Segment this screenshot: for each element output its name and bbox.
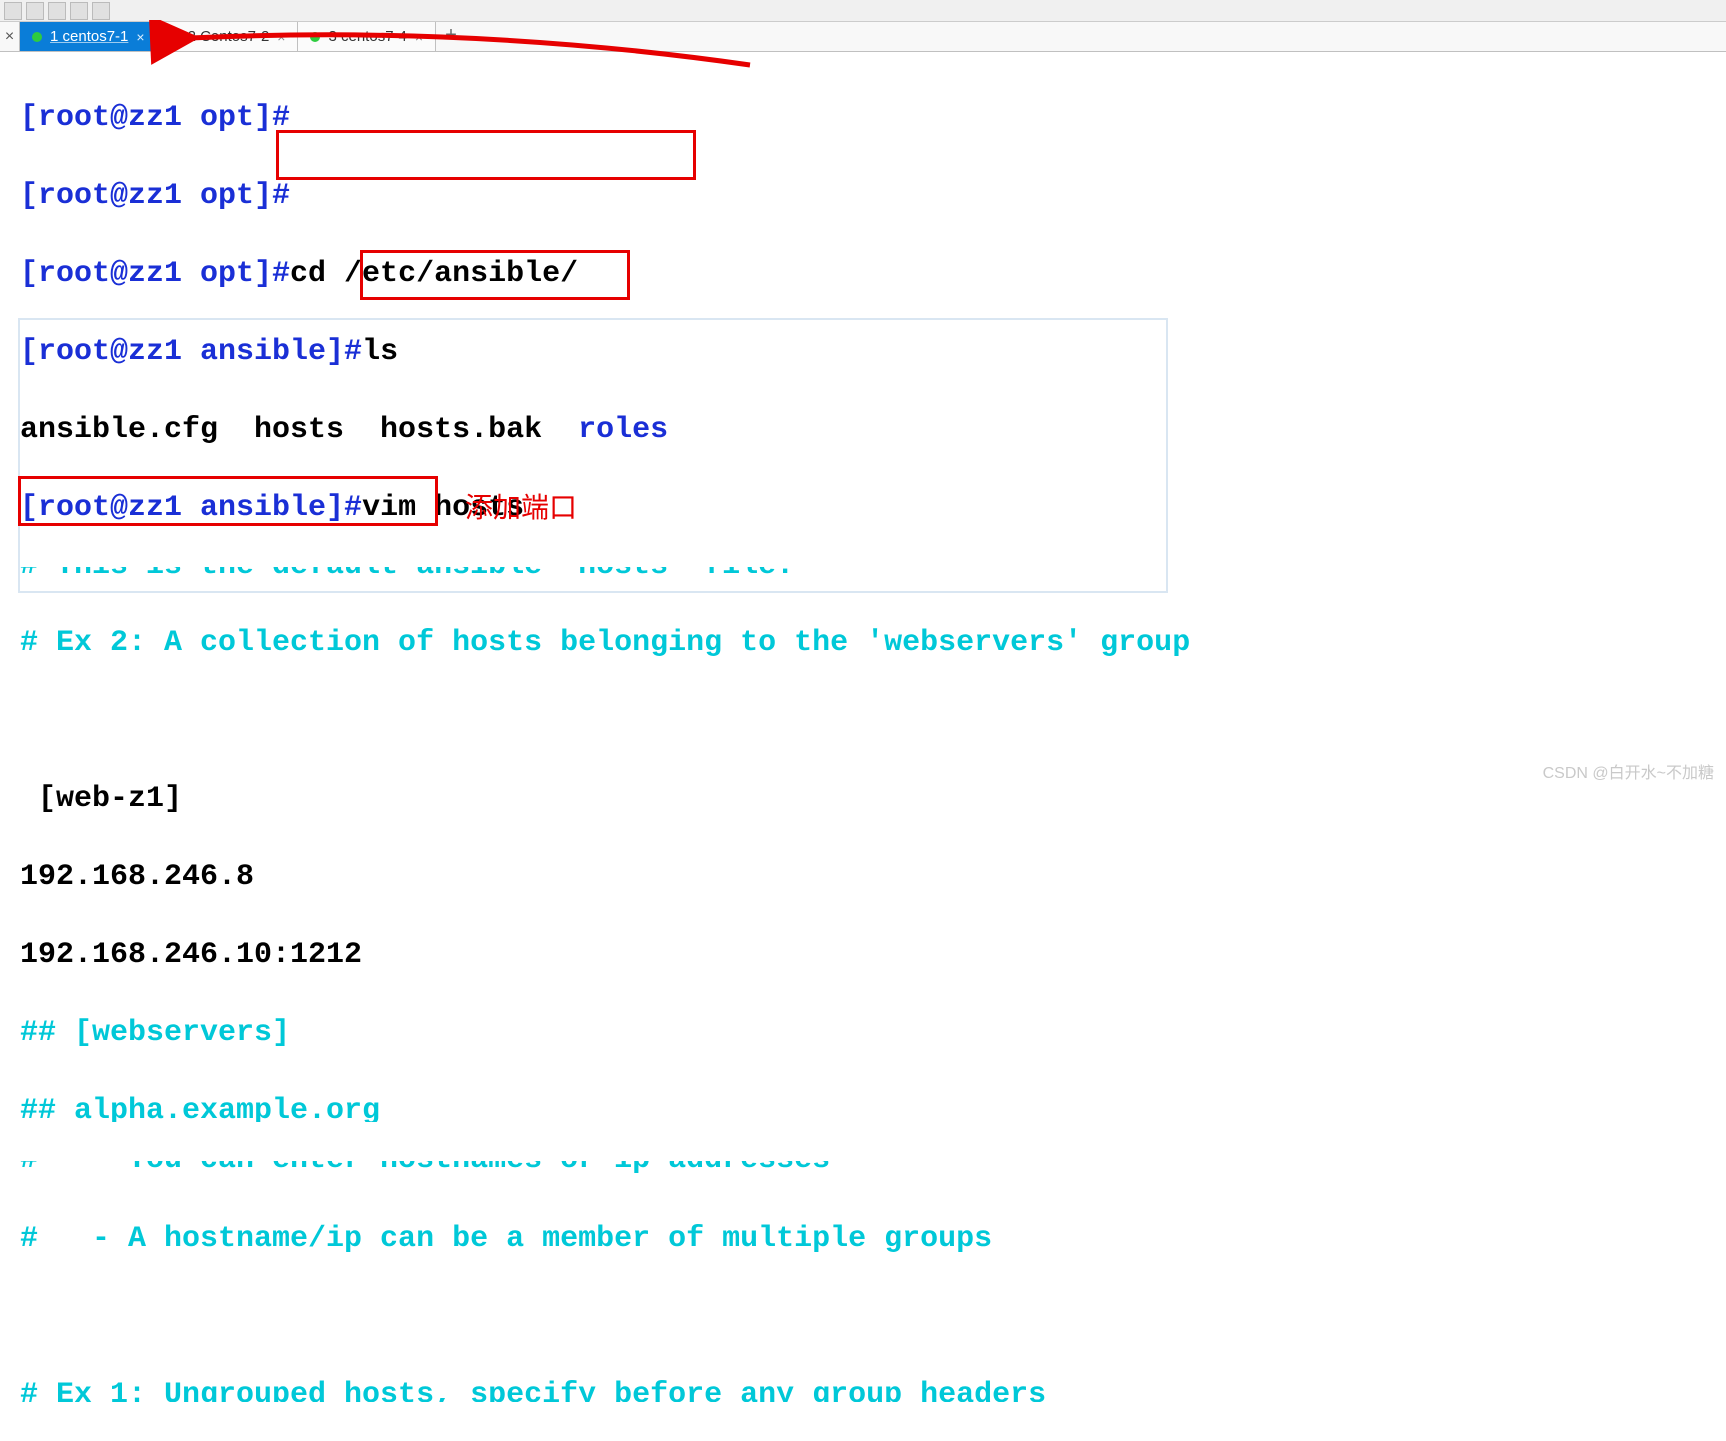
ls-directory: roles — [578, 413, 668, 447]
status-dot-icon — [32, 32, 42, 42]
file-comment: # Ex 1: Ungrouped hosts, specify before … — [20, 1378, 1046, 1402]
terminal-line: ansible.cfg hosts hosts.bak roles — [20, 411, 1706, 450]
shell-prompt: [root@zz1 ansible]# — [20, 491, 362, 525]
shell-prompt: [root@zz1 opt]# — [20, 179, 290, 213]
watermark: CSDN @白开水~不加糖 — [1543, 759, 1714, 783]
copy-icon[interactable] — [92, 2, 110, 20]
tab-close-left[interactable]: × — [0, 22, 20, 51]
terminal-line: [root@zz1 opt]#cd /etc/ansible/ — [20, 255, 1706, 294]
terminal-line: # - A hostname/ip can be a member of mul… — [20, 1220, 1706, 1259]
format-icon[interactable] — [4, 2, 22, 20]
terminal-line: 192.168.246.10:1212 — [20, 936, 1706, 975]
file-comment: # This is the default ansible 'hosts' fi… — [20, 567, 794, 583]
save-icon[interactable] — [26, 2, 44, 20]
shell-command: cd /etc/ansible/ — [290, 257, 578, 291]
file-comment: # - You can enter hostnames or ip addres… — [20, 1161, 830, 1177]
tab-centos7-4[interactable]: 3 centos7-4 × — [298, 22, 436, 51]
terminal-line — [20, 702, 1706, 741]
tab-centos7-2[interactable]: 2 Centos7-2 × — [158, 22, 299, 51]
file-comment: # - A hostname/ip can be a member of mul… — [20, 1222, 992, 1256]
file-comment: ## [webservers] — [20, 1016, 290, 1050]
terminal-line — [20, 1298, 1706, 1337]
open-icon[interactable] — [48, 2, 66, 20]
terminal-line: 192.168.246.8 — [20, 858, 1706, 897]
terminal-line: [root@zz1 ansible]#vim hosts — [20, 489, 1706, 528]
terminal-output[interactable]: [root@zz1 opt]# [root@zz1 opt]# [root@zz… — [0, 52, 1726, 1441]
tab-bar: × 1 centos7-1 × 2 Centos7-2 × 3 centos7-… — [0, 22, 1726, 52]
terminal-line: # Ex 2: A collection of hosts belonging … — [20, 624, 1706, 663]
terminal-line: # Ex 1: Ungrouped hosts, specify before … — [20, 1376, 1706, 1402]
tab-label: 1 centos7-1 — [50, 28, 128, 45]
tab-label: 3 centos7-4 — [328, 28, 406, 45]
status-dot-icon — [310, 32, 320, 42]
tab-add-button[interactable]: + — [436, 22, 466, 51]
inventory-host: 192.168.246.10:1212 — [20, 938, 362, 972]
close-icon[interactable]: × — [415, 29, 423, 45]
terminal-line: [root@zz1 ansible]#ls — [20, 333, 1706, 372]
terminal-line: ## [webservers] — [20, 1014, 1706, 1053]
shell-command: ls — [362, 335, 398, 369]
annotation-label: 添加端口 — [465, 486, 577, 526]
close-icon[interactable]: × — [277, 29, 285, 45]
folder-icon[interactable] — [70, 2, 88, 20]
tab-centos7-1[interactable]: 1 centos7-1 × — [20, 22, 158, 51]
inventory-group: [web-z1] — [20, 782, 182, 816]
terminal-line: [root@zz1 opt]# — [20, 99, 1706, 138]
terminal-line: [root@zz1 opt]# — [20, 177, 1706, 216]
file-comment: ## alpha.example.org — [20, 1094, 380, 1122]
status-dot-icon — [170, 32, 180, 42]
file-comment: # Ex 2: A collection of hosts belonging … — [20, 626, 1190, 660]
shell-prompt: [root@zz1 opt]# — [20, 257, 290, 291]
ls-output: ansible.cfg hosts hosts.bak — [20, 413, 578, 447]
terminal-line: # This is the default ansible 'hosts' fi… — [20, 567, 1706, 585]
terminal-line: ## alpha.example.org — [20, 1092, 1706, 1122]
blank-line — [20, 704, 38, 738]
shell-prompt: [root@zz1 ansible]# — [20, 335, 362, 369]
blank-line — [20, 1300, 38, 1334]
terminal-line: # - You can enter hostnames or ip addres… — [20, 1161, 1706, 1181]
close-icon[interactable]: × — [136, 29, 144, 45]
tab-label: 2 Centos7-2 — [188, 28, 270, 45]
terminal-line: [web-z1] — [20, 780, 1706, 819]
inventory-host: 192.168.246.8 — [20, 860, 254, 894]
app-toolbar — [0, 0, 1726, 22]
shell-prompt: [root@zz1 opt]# — [20, 101, 290, 135]
